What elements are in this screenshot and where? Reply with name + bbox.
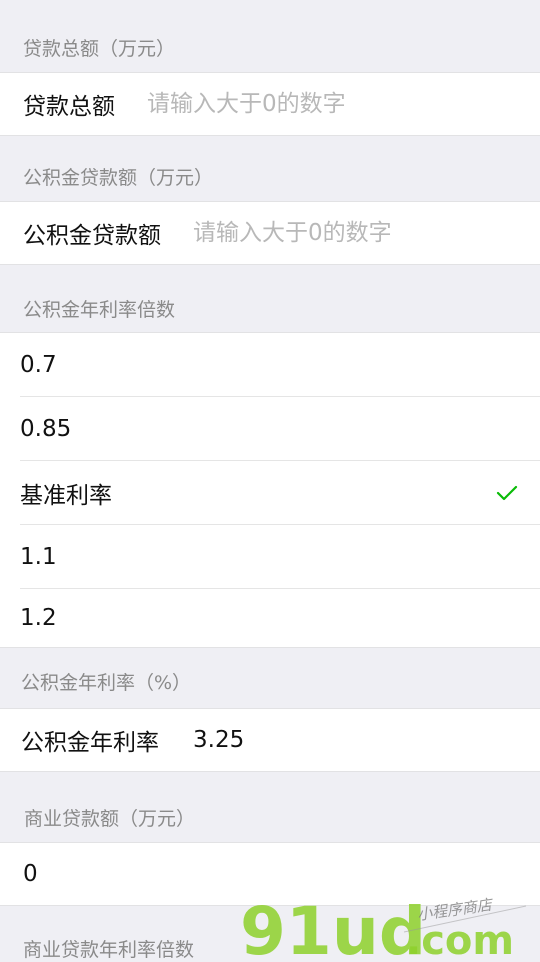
rate-option-1-2[interactable]: 1.2	[0, 589, 540, 647]
fund-amount-header: 公积金贷款额（万元）	[23, 167, 214, 189]
commercial-amount-row[interactable]: 0	[0, 842, 540, 906]
check-icon	[496, 485, 518, 500]
fund-amount-row[interactable]: 公积金贷款额	[0, 201, 540, 265]
rate-option-1-1[interactable]: 1.1	[0, 525, 540, 588]
fund-rate-multiplier-header: 公积金年利率倍数	[23, 299, 176, 321]
rate-option-base[interactable]: 基准利率	[0, 461, 540, 524]
loan-total-row[interactable]: 贷款总额	[0, 72, 540, 136]
commercial-rate-multiplier-header: 商业贷款年利率倍数	[23, 939, 195, 961]
fund-rate-value[interactable]: 3.25	[193, 727, 244, 753]
rate-option-label: 0.85	[20, 415, 72, 442]
watermark-underline	[403, 905, 527, 933]
rate-option-label: 1.2	[20, 605, 57, 631]
loan-total-input[interactable]	[147, 91, 540, 117]
fund-amount-input[interactable]	[193, 220, 540, 246]
commercial-amount-header: 商业贷款额（万元）	[24, 808, 196, 830]
fund-amount-label: 公积金贷款额	[23, 223, 161, 249]
rate-option-0-85[interactable]: 0.85	[0, 397, 540, 460]
rate-option-label: 1.1	[20, 543, 57, 570]
rate-option-0-7[interactable]: 0.7	[0, 333, 540, 396]
loan-total-header: 贷款总额（万元）	[23, 38, 176, 60]
rate-option-label: 0.7	[20, 351, 57, 378]
loan-total-label: 贷款总额	[23, 94, 115, 120]
fund-rate-label: 公积金年利率	[21, 730, 159, 756]
rate-option-label: 基准利率	[20, 482, 112, 509]
fund-rate-multiplier-group: 0.7 0.85 基准利率 1.1 1.2	[0, 332, 540, 648]
fund-rate-row[interactable]: 公积金年利率 3.25	[0, 708, 540, 772]
fund-rate-header: 公积金年利率（%）	[21, 672, 192, 694]
commercial-amount-value[interactable]: 0	[0, 861, 38, 887]
